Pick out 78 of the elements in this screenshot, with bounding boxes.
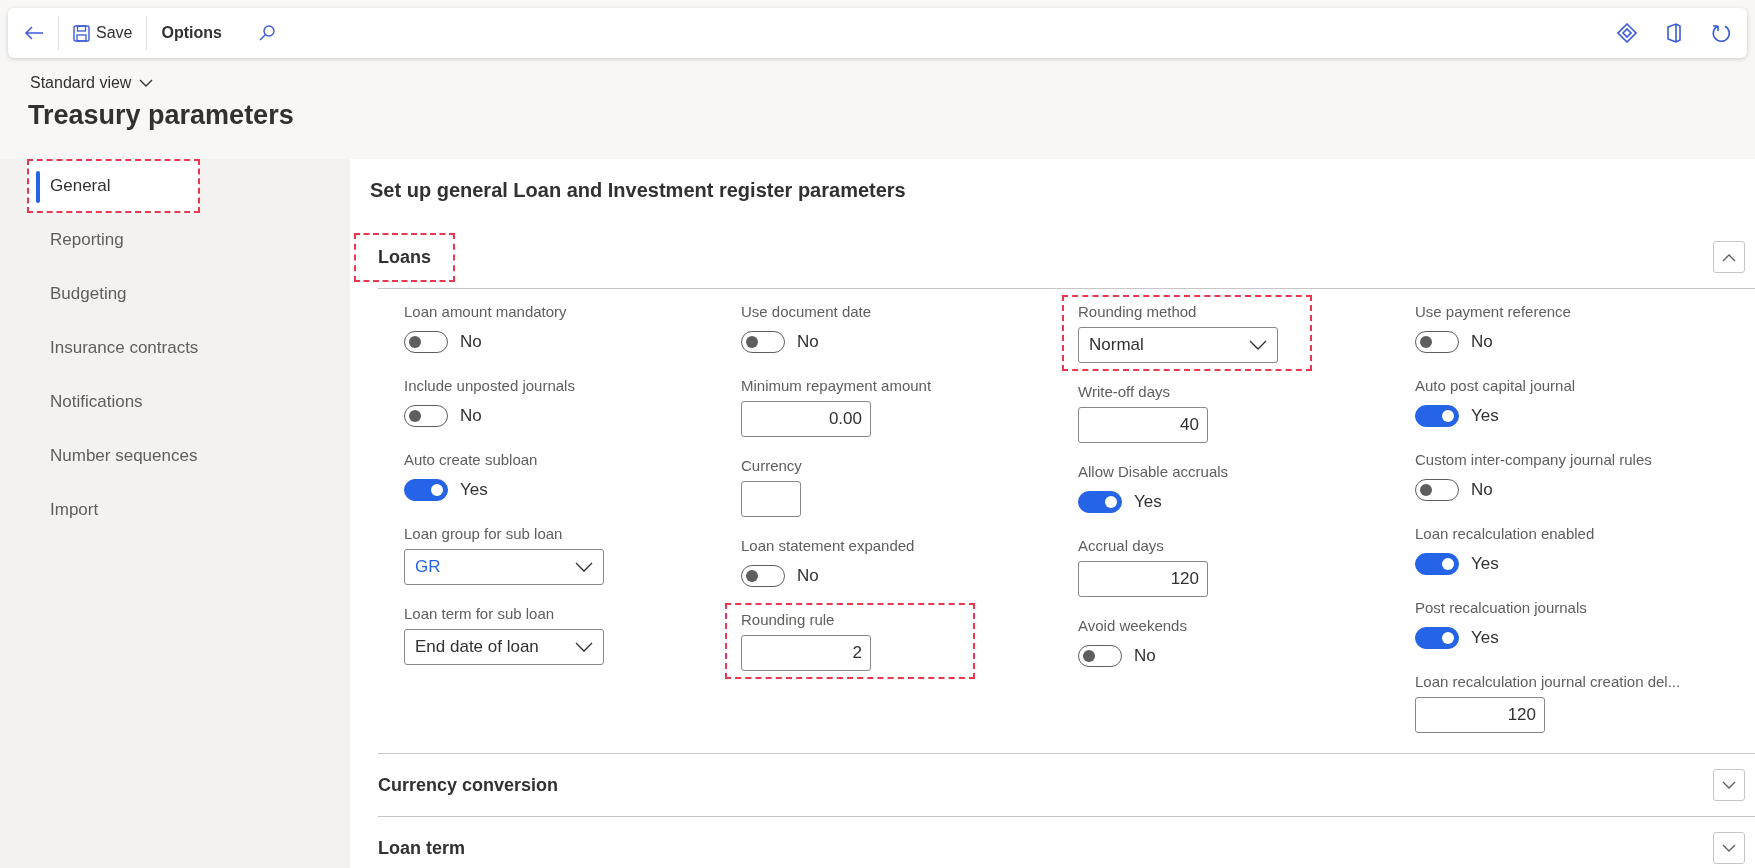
field-label: Loan statement expanded: [741, 537, 916, 554]
dropdown-field[interactable]: Normal: [1078, 327, 1278, 363]
toggle-switch[interactable]: [404, 479, 448, 501]
toggle-value: No: [797, 332, 819, 352]
toggle-value: Yes: [1134, 492, 1162, 512]
toggle-value: Yes: [1471, 628, 1499, 648]
toggle-switch[interactable]: [1078, 491, 1122, 513]
toggle-switch[interactable]: [741, 331, 785, 353]
toggle-switch[interactable]: [404, 331, 448, 353]
sidebar-item[interactable]: Insurance contracts: [27, 321, 350, 375]
toggle-switch[interactable]: [741, 565, 785, 587]
toggle-value: Yes: [460, 480, 488, 500]
field-label: Rounding rule: [741, 611, 836, 628]
field-label: Allow Disable accruals: [1078, 463, 1230, 480]
content-heading: Set up general Loan and Investment register parameters: [369, 178, 907, 203]
arrow-left-icon: [24, 25, 44, 41]
toggle-value: No: [797, 566, 819, 586]
field-label: Use document date: [741, 303, 873, 320]
save-button[interactable]: Save: [65, 18, 141, 48]
options-button[interactable]: Options: [153, 18, 230, 48]
input-field[interactable]: 40: [1078, 407, 1208, 443]
field-label: Include unposted journals: [404, 377, 576, 394]
field-label: Loan group for sub loan: [404, 525, 564, 542]
toggle-switch[interactable]: [1415, 627, 1459, 649]
chevron-down-icon: [575, 562, 593, 572]
toggle-value: No: [1471, 480, 1493, 500]
field-label: Accrual days: [1078, 537, 1165, 554]
field-label: Post recalcuation journals: [1415, 599, 1588, 616]
search-icon: [257, 24, 276, 42]
field-label: Use payment reference: [1415, 303, 1572, 320]
field-label: Loan amount mandatory: [404, 303, 568, 320]
input-field[interactable]: 0.00: [741, 401, 871, 437]
sidebar-item[interactable]: Number sequences: [27, 429, 350, 483]
input-field[interactable]: [741, 481, 801, 517]
section-title[interactable]: Loans: [356, 234, 453, 280]
toggle-value: No: [460, 332, 482, 352]
section-title[interactable]: Currency conversion: [356, 762, 581, 808]
input-field[interactable]: 2: [741, 635, 871, 671]
field-label: Avoid weekends: [1078, 617, 1188, 634]
toggle-switch[interactable]: [1415, 331, 1459, 353]
field-label: Loan term for sub loan: [404, 605, 556, 622]
chevron-down-icon: [575, 642, 593, 652]
toggle-value: Yes: [1471, 406, 1499, 426]
toggle-value: Yes: [1471, 554, 1499, 574]
chevron-icon: [1722, 252, 1736, 262]
toggle-value: No: [1134, 646, 1156, 666]
chevron-down-icon: [1249, 340, 1267, 350]
input-field[interactable]: 120: [1415, 697, 1545, 733]
field-label: Loan recalculation journal creation del...: [1415, 673, 1682, 690]
sidebar-item[interactable]: Notifications: [27, 375, 350, 429]
toggle-switch[interactable]: [1415, 479, 1459, 501]
field-label: Auto post capital journal: [1415, 377, 1577, 394]
toggle-switch[interactable]: [1415, 405, 1459, 427]
chevron-icon: [1722, 843, 1736, 853]
sidebar-item[interactable]: Reporting: [27, 213, 350, 267]
page-title: Treasury parameters: [28, 100, 295, 131]
toggle-switch[interactable]: [1415, 553, 1459, 575]
field-label: Minimum repayment amount: [741, 377, 933, 394]
input-field[interactable]: 120: [1078, 561, 1208, 597]
field-label: Write-off days: [1078, 383, 1171, 400]
toggle-switch[interactable]: [404, 405, 448, 427]
field-label: Loan recalculation enabled: [1415, 525, 1596, 542]
field-label: Auto create subloan: [404, 451, 539, 468]
toggle-value: No: [1471, 332, 1493, 352]
toggle-value: No: [460, 406, 482, 426]
chevron-down-icon: [139, 78, 154, 88]
field-label: Custom inter-company journal rules: [1415, 451, 1653, 468]
toggle-switch[interactable]: [1078, 645, 1122, 667]
section-title[interactable]: Loan term: [356, 825, 487, 868]
chevron-icon: [1722, 780, 1736, 790]
dropdown-field[interactable]: GR: [404, 549, 604, 585]
dropdown-field[interactable]: End date of loan: [404, 629, 604, 665]
field-label: Currency: [741, 457, 803, 474]
field-label: Rounding method: [1078, 303, 1198, 320]
sidebar-item[interactable]: Import: [27, 483, 350, 537]
sidebar-item[interactable]: Budgeting: [27, 267, 350, 321]
sidebar-item[interactable]: General: [27, 159, 200, 213]
view-selector[interactable]: Standard view: [30, 74, 154, 92]
